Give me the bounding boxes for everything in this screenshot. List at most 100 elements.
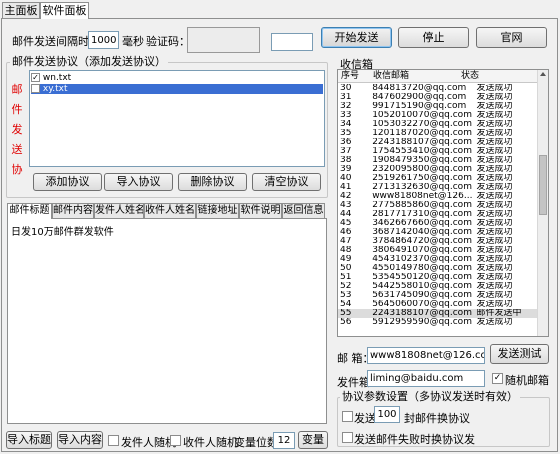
tab-software-panel[interactable]: 软件面板: [40, 2, 89, 19]
row-mailbox: 1201187020@qq.com: [372, 129, 472, 138]
import-content-button[interactable]: 导入内容: [57, 431, 103, 449]
var-digits-input[interactable]: 12: [273, 432, 295, 449]
send-count-input[interactable]: 100: [374, 406, 400, 423]
scrollbar-thumb[interactable]: [539, 155, 547, 215]
protocol-group-title: 邮件发送协议（添加发送协议）: [10, 55, 168, 68]
send-switch-checkbox[interactable]: [342, 411, 353, 422]
table-row[interactable]: 55 2243188107@qq.com 邮件发送中: [338, 309, 537, 318]
sender-random-checkbox[interactable]: [108, 435, 119, 446]
table-row[interactable]: 51 5354550120@qq.com 发送成功: [338, 273, 537, 282]
table-row[interactable]: 43 2775885860@qq.com 发送成功: [338, 201, 537, 210]
table-row[interactable]: 53 5631745090@qq.com 发送成功: [338, 291, 537, 300]
stop-button[interactable]: 停止: [398, 27, 469, 48]
protocol-side-char: 发: [11, 123, 23, 136]
add-protocol-button[interactable]: 添加协议: [33, 173, 102, 191]
row-status: 发送成功: [476, 318, 513, 327]
table-row[interactable]: 31 847602900@qq.com 发送成功: [338, 93, 537, 102]
tab-recipient-name[interactable]: 收件人姓名: [144, 203, 196, 218]
row-mailbox: 2775885860@qq.com: [372, 201, 472, 210]
table-row[interactable]: 50 4550149780@qq.com 发送成功: [338, 264, 537, 273]
row-index: 43: [340, 201, 352, 210]
captcha-input[interactable]: [271, 33, 313, 51]
table-row[interactable]: 39 2320095800@qq.com 发送成功: [338, 165, 537, 174]
inbox-rows: 30 844813720@qq.com 发送成功 31 847602900@qq.com…: [338, 84, 537, 336]
row-mailbox: 844813720@qq.com: [372, 84, 467, 93]
table-row[interactable]: 33 1052010070@qq.com 发送成功: [338, 111, 537, 120]
row-status: 发送成功: [476, 300, 513, 309]
mailbox-input[interactable]: www81808net@126.com: [367, 347, 485, 364]
checkbox-checked-icon[interactable]: ✓: [31, 73, 40, 82]
row-index: 55: [340, 309, 352, 318]
send-test-button[interactable]: 发送测试: [490, 344, 549, 364]
row-mailbox: 1053032270@qq.com: [372, 120, 472, 129]
table-row[interactable]: 47 3784864720@qq.com 发送成功: [338, 237, 537, 246]
tab-link-address[interactable]: 链接地址: [196, 203, 239, 218]
table-row[interactable]: 45 3462667660@qq.com 发送成功: [338, 219, 537, 228]
table-row[interactable]: 42 www81808net@126... 发送成功: [338, 192, 537, 201]
tab-software-description[interactable]: 软件说明: [239, 203, 282, 218]
tab-mail-title[interactable]: 邮件标题: [7, 203, 52, 219]
row-mailbox: 2817717310@qq.com: [372, 210, 472, 219]
content-editor[interactable]: 日发10万邮件群发软件: [7, 218, 327, 424]
random-mailbox-checkbox[interactable]: ✓: [492, 373, 503, 384]
import-title-button[interactable]: 导入标题: [6, 431, 52, 449]
row-mailbox: 1052010070@qq.com: [372, 111, 472, 120]
protocol-item-selected[interactable]: xy.txt: [31, 84, 323, 94]
row-index: 39: [340, 165, 352, 174]
table-row[interactable]: 34 1053032270@qq.com 发送成功: [338, 120, 537, 129]
scrollbar-up-icon[interactable]: [540, 72, 546, 76]
row-status: 发送成功: [476, 246, 513, 255]
row-status: 发送成功: [476, 129, 513, 138]
table-row[interactable]: 41 2713132630@qq.com 发送成功: [338, 183, 537, 192]
tab-mail-content[interactable]: 邮件内容: [52, 203, 94, 218]
tab-sender-name[interactable]: 发件人姓名: [94, 203, 144, 218]
fail-switch-checkbox[interactable]: [342, 432, 353, 443]
table-row[interactable]: 49 4543102370@qq.com 发送成功: [338, 255, 537, 264]
row-status: 发送成功: [476, 273, 513, 282]
scrollbar[interactable]: [537, 70, 548, 336]
column-header-status: 状态: [461, 71, 480, 81]
row-mailbox: 5354550120@qq.com: [372, 273, 472, 282]
variable-button[interactable]: 变量: [298, 431, 328, 449]
captcha-image: [187, 27, 260, 53]
table-row[interactable]: 46 3687142040@qq.com 发送成功: [338, 228, 537, 237]
protocol-item-label: xy.txt: [42, 84, 68, 94]
row-status: 发送成功: [476, 174, 513, 183]
clear-protocol-button[interactable]: 清空协议: [252, 173, 321, 191]
protocol-item[interactable]: ✓ wn.txt: [31, 73, 323, 84]
tab-return-info[interactable]: 返回信息: [282, 203, 325, 218]
start-send-button[interactable]: 开始发送: [321, 27, 392, 48]
inbox-header: 序号 收信邮箱 状态: [338, 70, 548, 83]
table-row[interactable]: 37 1754553410@qq.com 发送成功: [338, 147, 537, 156]
table-row[interactable]: 44 2817717310@qq.com 发送成功: [338, 210, 537, 219]
tab-main-panel[interactable]: 主面板: [2, 2, 40, 18]
table-row[interactable]: 36 2243188107@qq.com 发送成功: [338, 138, 537, 147]
table-row[interactable]: 35 1201187020@qq.com 发送成功: [338, 129, 537, 138]
captcha-label: 验证码：: [146, 35, 190, 48]
inbox-table: 30 844813720@qq.com 发送成功 31 847602900@qq.com…: [338, 84, 537, 327]
recipient-random-checkbox[interactable]: [170, 435, 181, 446]
table-row[interactable]: 38 1908479350@qq.com 发送成功: [338, 156, 537, 165]
row-index: 42: [340, 192, 352, 201]
sender-input[interactable]: liming@baidu.com: [367, 370, 485, 387]
row-mailbox: 2243188107@qq.com: [372, 309, 472, 318]
import-protocol-button[interactable]: 导入协议: [104, 173, 173, 191]
delete-protocol-button[interactable]: 删除协议: [178, 173, 247, 191]
table-row[interactable]: 48 3806491070@qq.com 发送成功: [338, 246, 537, 255]
table-row[interactable]: 52 5442558010@qq.com 发送成功: [338, 282, 537, 291]
checkbox-icon[interactable]: [31, 84, 40, 93]
protocol-list[interactable]: ✓ wn.txt xy.txt: [29, 70, 325, 167]
row-status: 发送成功: [476, 156, 513, 165]
row-mailbox: 4543102370@qq.com: [372, 255, 472, 264]
random-mailbox-label: 随机邮箱: [505, 374, 549, 387]
table-row[interactable]: 56 5912959590@qq.com 发送成功: [338, 318, 537, 327]
row-status: 发送成功: [476, 192, 513, 201]
website-button[interactable]: 官网: [476, 27, 547, 48]
table-row[interactable]: 32 991715190@qq.com 发送成功: [338, 102, 537, 111]
table-row[interactable]: 40 2519261750@qq.com 发送成功: [338, 174, 537, 183]
row-index: 33: [340, 111, 352, 120]
table-row[interactable]: 30 844813720@qq.com 发送成功: [338, 84, 537, 93]
interval-input[interactable]: 1000: [88, 31, 119, 49]
protocol-settings-title: 协议参数设置（多协议发送时有效）: [340, 390, 520, 403]
table-row[interactable]: 54 5645060070@qq.com 发送成功: [338, 300, 537, 309]
